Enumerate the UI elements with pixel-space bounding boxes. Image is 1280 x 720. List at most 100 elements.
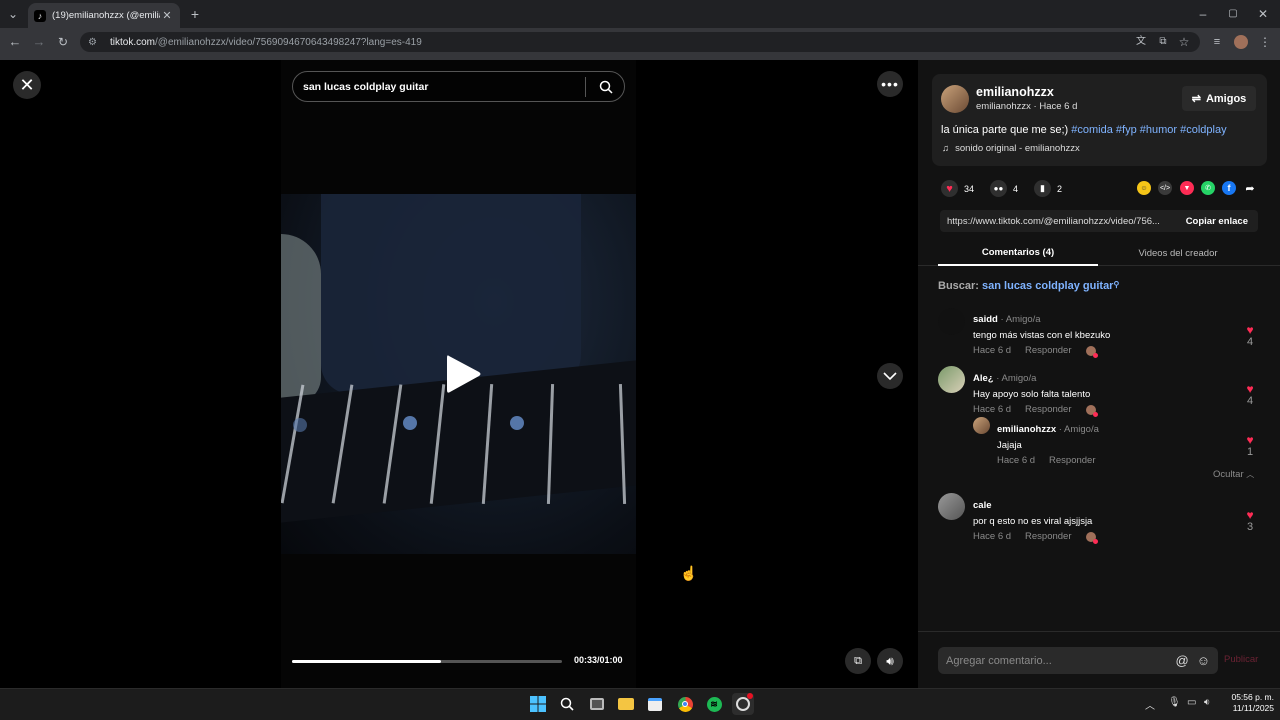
author-avatar[interactable] [941, 85, 969, 113]
search-suggestion[interactable]: Buscar: san lucas coldplay guitar⚲ [938, 280, 1119, 292]
whatsapp-icon[interactable]: ✆ [1201, 181, 1215, 195]
new-tab-icon[interactable]: + [188, 6, 202, 22]
hashtag-link[interactable]: #humor [1140, 124, 1177, 136]
hashtag-link[interactable]: #fyp [1116, 124, 1137, 136]
video-link[interactable]: https://www.tiktok.com/@emilianohzzx/vid… [940, 216, 1176, 227]
reading-list-icon[interactable]: ≡ [1210, 34, 1224, 50]
microphone-icon[interactable]: 🎙︎ [1168, 697, 1181, 708]
comment-like-count: 4 [1246, 336, 1254, 348]
tab-search-icon[interactable]: ⌄ [5, 6, 21, 22]
reload-icon[interactable]: ↻ [55, 34, 71, 50]
comment-username[interactable]: emilianohzzx [997, 424, 1056, 435]
chrome-icon[interactable] [674, 693, 696, 715]
comment-stat[interactable]: ●● 4 [990, 180, 1018, 197]
taskbar-search-icon[interactable] [556, 693, 578, 715]
network-icon[interactable]: ▭ [1187, 697, 1196, 708]
translate-icon[interactable]: 文 [1134, 34, 1148, 50]
comment-like[interactable]: ♥ 1 [1243, 434, 1257, 458]
comment-avatar[interactable] [938, 366, 965, 393]
comment-like[interactable]: ♥ 4 [1243, 324, 1257, 348]
comment-relation: · Amigo/a [1056, 424, 1099, 435]
share-arrow-icon[interactable]: ➦ [1243, 181, 1257, 195]
store-icon[interactable] [644, 693, 666, 715]
system-clock[interactable]: 05:56 p. m. 11/11/2025 [1222, 692, 1274, 714]
comment-like[interactable]: ♥ 4 [1243, 383, 1257, 407]
maximize-icon[interactable]: ▢ [1226, 6, 1240, 22]
tiktok-favicon-icon: ♪ [34, 9, 46, 22]
heart-icon: ♥ [1246, 382, 1254, 396]
embed-icon[interactable]: </> [1158, 181, 1172, 195]
file-explorer-icon[interactable] [615, 693, 637, 715]
reply-avatar[interactable] [973, 417, 990, 434]
next-video-button[interactable] [877, 363, 903, 389]
install-app-icon[interactable]: ⧉ [1156, 34, 1170, 50]
volume-tray-icon[interactable]: 🔉︎ [1204, 697, 1210, 708]
play-icon[interactable] [443, 352, 483, 396]
music-note-icon: ♫ [942, 143, 950, 154]
bookmark-star-icon[interactable]: ☆ [1177, 34, 1191, 50]
tab-comments[interactable]: Comentarios (4) [938, 240, 1098, 266]
facebook-icon[interactable]: f [1222, 181, 1236, 195]
heart-icon: ♥ [1246, 433, 1254, 447]
search-suggestion-query[interactable]: san lucas coldplay guitar [982, 280, 1113, 292]
share-friends-icon[interactable]: ☺ [1137, 181, 1151, 195]
hashtag-link[interactable]: #comida [1071, 124, 1113, 136]
comment-input[interactable]: Agregar comentario... @ ☺ [938, 647, 1218, 674]
close-video-button[interactable]: ✕ [13, 71, 41, 99]
emoji-icon[interactable]: ☺ [1197, 653, 1210, 668]
panel-tabs: Comentarios (4) Videos del creador [918, 240, 1280, 266]
windows-start-icon[interactable] [527, 693, 549, 715]
pip-button[interactable]: ⧉ [845, 648, 871, 674]
profile-avatar-icon[interactable] [1234, 35, 1248, 49]
reply-button[interactable]: Responder [1049, 455, 1095, 466]
more-options-button[interactable]: ••• [877, 71, 903, 97]
site-info-icon[interactable]: ⚙ [88, 37, 102, 48]
mention-icon[interactable]: @ [1176, 653, 1189, 668]
browser-tab[interactable]: ♪ (19)emilianohzzx (@emilianohz ✕ [28, 3, 180, 28]
show-hidden-icons[interactable]: ︿ [1145, 697, 1155, 712]
hashtag-link[interactable]: #coldplay [1180, 124, 1226, 136]
author-name[interactable]: emilianohzzx [976, 85, 1054, 99]
reply-button[interactable]: Responder [1025, 531, 1071, 542]
close-tab-icon[interactable]: ✕ [160, 9, 174, 22]
hide-replies-label: Ocultar [1213, 469, 1244, 480]
back-icon[interactable]: ← [7, 34, 23, 50]
friends-label: Amigos [1205, 92, 1247, 105]
reply-button[interactable]: Responder [1025, 404, 1071, 415]
comment-like[interactable]: ♥ 3 [1243, 509, 1257, 533]
search-query[interactable]: san lucas coldplay guitar [303, 81, 585, 93]
video-search-box[interactable]: san lucas coldplay guitar [292, 71, 625, 102]
post-comment-button[interactable]: Publicar [1224, 654, 1258, 665]
friends-button[interactable]: ⇌ Amigos [1182, 86, 1256, 111]
comment-username[interactable]: Ale¿ [973, 373, 994, 384]
video-progress-bar[interactable] [292, 660, 562, 663]
app-active-icon[interactable] [732, 693, 754, 715]
comment-icon: ●● [990, 180, 1007, 197]
forward-icon[interactable]: → [31, 34, 47, 50]
browser-chrome: ⌄ ♪ (19)emilianohzzx (@emilianohz ✕ + – … [0, 0, 1280, 60]
like-count: 34 [964, 183, 975, 194]
send-icon[interactable]: ▼ [1180, 181, 1194, 195]
minimize-icon[interactable]: – [1196, 6, 1210, 22]
sound-link[interactable]: ♫ sonido original - emilianohzzx [942, 143, 1080, 154]
hide-replies-button[interactable]: Ocultar ︿ [1213, 469, 1254, 480]
comment-username[interactable]: saidd [973, 314, 998, 325]
comment-username[interactable]: cale [973, 500, 992, 511]
heart-icon: ♥ [1246, 508, 1254, 522]
reply-button[interactable]: Responder [1025, 345, 1071, 356]
search-icon[interactable] [594, 80, 618, 94]
spotify-icon[interactable]: ≋ [703, 693, 725, 715]
copy-link-button[interactable]: Copiar enlace [1176, 216, 1258, 227]
task-view-icon[interactable] [586, 693, 608, 715]
comment-avatar[interactable] [938, 493, 965, 520]
comment-avatar[interactable] [938, 308, 965, 335]
menu-kebab-icon[interactable]: ⋮ [1258, 34, 1272, 50]
save-stat[interactable]: ▮ 2 [1034, 180, 1062, 197]
close-window-icon[interactable]: ✕ [1256, 6, 1270, 22]
like-stat[interactable]: ♥ 34 [941, 180, 974, 197]
fret-marker [510, 416, 524, 430]
tab-creator-videos[interactable]: Videos del creador [1098, 240, 1258, 266]
comment-count: 4 [1013, 183, 1019, 194]
address-bar[interactable]: ⚙ tiktok.com/@emilianohzzx/video/7569094… [80, 32, 1200, 52]
volume-button[interactable]: 🔊︎ [877, 648, 903, 674]
